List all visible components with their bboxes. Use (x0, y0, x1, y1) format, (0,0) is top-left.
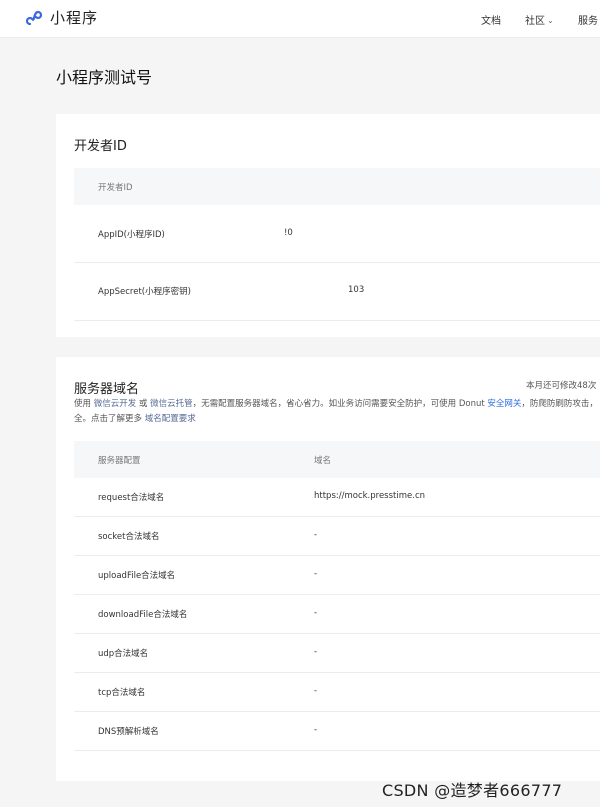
server-domain-description: 使用 微信云开发 或 微信云托管，无需配置服务器域名，省心省力。如业务访问需要安… (74, 397, 600, 427)
security-gateway-link[interactable]: 安全网关 (487, 399, 521, 409)
desc-text: 使用 (74, 399, 94, 409)
desc-text: 或 (136, 399, 151, 409)
row-value: - (314, 569, 318, 579)
nav-services[interactable]: 服务 (578, 12, 598, 27)
server-domain-card: 服务器域名 本月还可修改48次 使用 微信云开发 或 微信云托管，无需配置服务器… (56, 357, 600, 781)
table-row: udp合法域名 - (74, 634, 600, 673)
row-label: downloadFile合法域名 (98, 610, 188, 620)
chevron-down-icon: ⌄ (547, 16, 554, 25)
appid-label: AppID(小程序ID) (98, 230, 165, 240)
remaining-edits-text: 本月还可修改48次 (526, 381, 597, 391)
table-row: AppID(小程序ID) !0 (74, 205, 600, 263)
nav-docs[interactable]: 文档 (481, 12, 501, 27)
appsecret-value[interactable]: 103 (348, 285, 364, 295)
row-label: uploadFile合法域名 (98, 571, 176, 581)
row-value: - (314, 530, 318, 540)
developer-id-table-header: 开发者ID (74, 168, 600, 205)
desc-text: ，无需配置服务器域名，省心省力。如业务访问需要安全防护，可使用 Donut (192, 399, 488, 409)
row-value: - (314, 725, 318, 735)
developer-id-title: 开发者ID (74, 139, 127, 154)
appid-value[interactable]: !0 (284, 228, 293, 238)
brand-title[interactable]: 小程序 (50, 7, 98, 28)
row-label: request合法域名 (98, 493, 165, 503)
table-row: downloadFile合法域名 - (74, 595, 600, 634)
table-row: tcp合法域名 - (74, 673, 600, 712)
domain-requirements-link[interactable]: 域名配置要求 (145, 414, 196, 424)
server-table-header: 服务器配置 域名 (74, 441, 600, 478)
row-value: - (314, 608, 318, 618)
cloud-dev-link[interactable]: 微信云开发 (94, 399, 137, 409)
row-label: tcp合法域名 (98, 688, 146, 698)
desc-text: 全。点击了解更多 (74, 414, 145, 424)
domain-column-header: 域名 (314, 456, 332, 466)
row-value: - (314, 647, 318, 657)
page-title: 小程序测试号 (56, 68, 153, 87)
row-value: - (314, 686, 318, 696)
cloud-hosting-link[interactable]: 微信云托管 (150, 399, 193, 409)
top-bar: 小程序 文档 社区 ⌄ 服务 (0, 0, 600, 38)
developer-id-card: 开发者ID 开发者ID AppID(小程序ID) !0 AppSecret(小程… (56, 114, 600, 337)
table-row: AppSecret(小程序密钥) 103 (74, 263, 600, 321)
table-row: DNS预解析域名 - (74, 712, 600, 751)
miniprogram-logo-icon[interactable] (24, 8, 44, 28)
row-label: DNS预解析域名 (98, 727, 159, 737)
row-label: socket合法域名 (98, 532, 160, 542)
table-row: request合法域名 https://mock.presstime.cn (74, 478, 600, 517)
row-value: https://mock.presstime.cn (314, 491, 426, 501)
developer-id-column-header: 开发者ID (98, 183, 133, 193)
desc-text: ，防爬防刷防攻击， (521, 399, 598, 409)
appsecret-label: AppSecret(小程序密钥) (98, 287, 191, 297)
server-domain-title: 服务器域名 (74, 382, 140, 397)
csdn-watermark: CSDN @造梦者666777 (382, 781, 563, 800)
table-row: socket合法域名 - (74, 517, 600, 556)
nav-community-label: 社区 (525, 16, 545, 27)
table-row: uploadFile合法域名 - (74, 556, 600, 595)
config-column-header: 服务器配置 (98, 456, 141, 466)
nav-community[interactable]: 社区 ⌄ (525, 12, 554, 27)
row-label: udp合法域名 (98, 649, 149, 659)
